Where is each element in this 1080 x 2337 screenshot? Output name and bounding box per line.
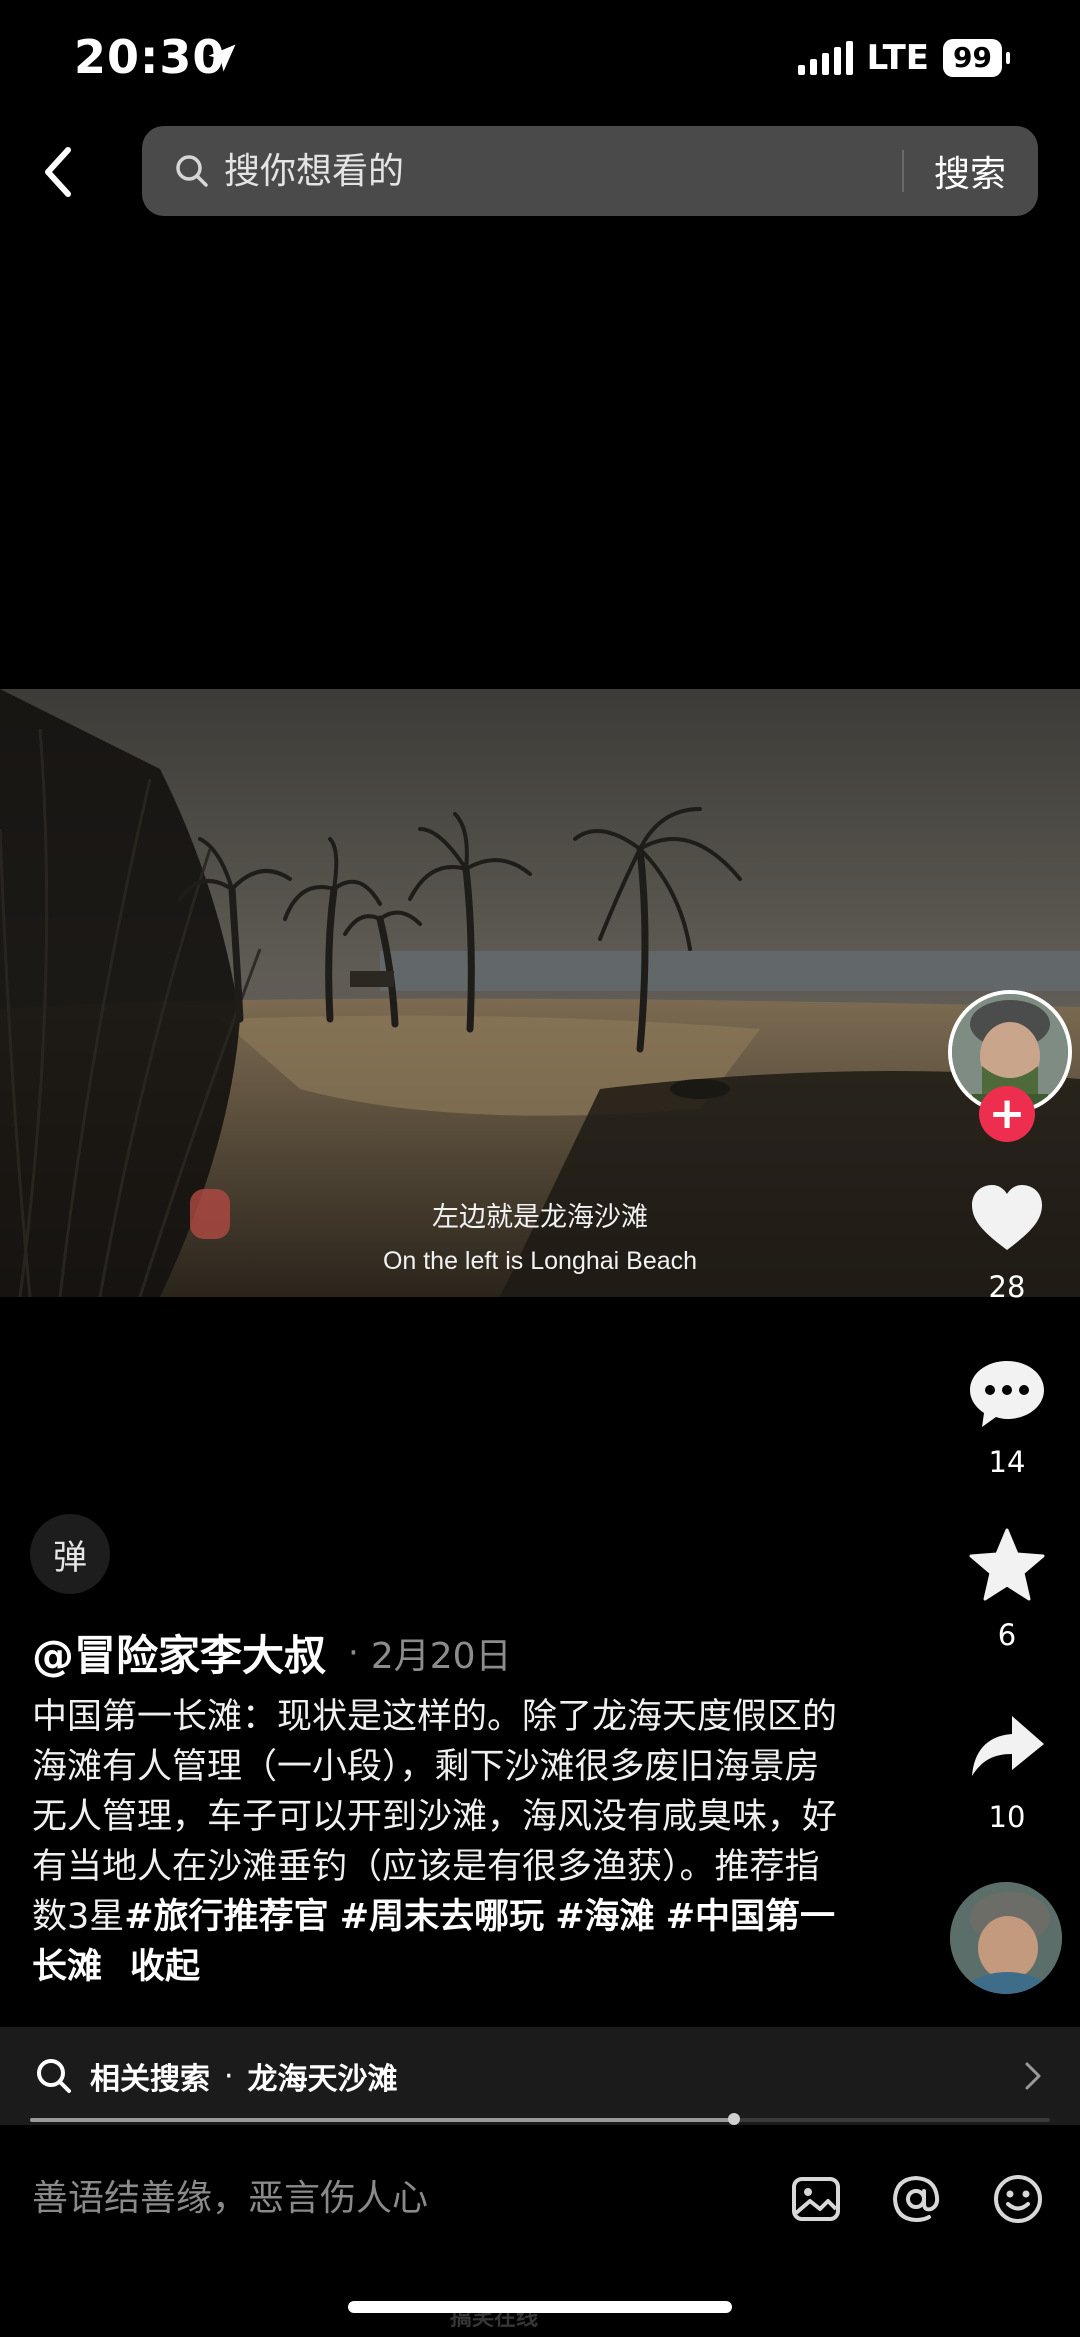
back-arrow-icon[interactable] — [34, 140, 84, 204]
emoji-icon[interactable] — [990, 2171, 1046, 2227]
status-time: 20:30 — [74, 30, 226, 84]
post-date: 2月20日 — [370, 1635, 512, 1677]
search-icon — [37, 2059, 71, 2093]
hashtag-link[interactable]: #旅行推荐官 — [124, 1897, 328, 1937]
search-divider — [901, 150, 904, 192]
signal-icon — [797, 41, 853, 75]
home-indicator[interactable] — [348, 2301, 732, 2313]
search-icon — [176, 155, 208, 187]
related-search-term: 龙海天沙滩 — [247, 2062, 398, 2097]
image-icon[interactable] — [788, 2171, 844, 2227]
video-subtitle-en: On the left is Longhai Beach — [382, 1247, 698, 1275]
search-button[interactable]: 搜索 — [934, 145, 1006, 197]
danmu-toggle-button[interactable]: 弹 — [30, 1514, 110, 1594]
favorite-count: 6 — [997, 1618, 1017, 1652]
date-separator: · — [348, 1632, 359, 1673]
star-icon — [969, 1528, 1045, 1601]
network-type: LTE — [866, 38, 930, 78]
heart-icon — [972, 1185, 1042, 1250]
battery-tip — [1006, 52, 1010, 64]
location-arrow-icon — [208, 44, 236, 72]
playback-progress-fill — [30, 2118, 734, 2122]
like-button[interactable]: 28 — [960, 1178, 1054, 1304]
author-name[interactable]: @冒险家李大叔 — [32, 1622, 326, 1683]
collapse-button[interactable]: 收起 — [130, 1947, 200, 1987]
follow-button[interactable]: + — [979, 1086, 1035, 1142]
favorite-button[interactable]: 6 — [960, 1526, 1054, 1652]
status-indicators: LTE 99 — [797, 38, 1010, 78]
playback-progress-handle[interactable] — [727, 2113, 740, 2125]
video-subtitle-cn: 左边就是龙海沙滩 — [432, 1202, 648, 1233]
comment-icon — [970, 1361, 1044, 1427]
battery-level: 99 — [943, 39, 1002, 77]
share-icon — [972, 1716, 1044, 1776]
related-search-label: 相关搜索 — [90, 2062, 210, 2097]
related-search-bar[interactable]: 相关搜索 · 龙海天沙滩 — [0, 2027, 1080, 2125]
comment-input[interactable] — [32, 2178, 752, 2219]
mention-icon[interactable] — [888, 2171, 944, 2227]
related-search-separator: · — [224, 2058, 234, 2094]
comment-button[interactable]: 14 — [960, 1353, 1054, 1479]
share-button[interactable]: 10 — [960, 1708, 1054, 1834]
search-input[interactable] — [224, 150, 902, 192]
author-line: @冒险家李大叔 · 2月20日 — [32, 1622, 512, 1683]
share-count: 10 — [988, 1800, 1026, 1834]
post-caption: 中国第一长滩：现状是这样的。除了龙海天度假区的海滩有人管理（一小段），剩下沙滩很… — [32, 1692, 847, 1992]
comment-count: 14 — [988, 1445, 1026, 1479]
music-disc-image — [950, 1882, 1062, 1994]
playback-progress-bar[interactable] — [30, 2118, 1050, 2122]
like-count: 28 — [988, 1270, 1026, 1304]
comment-bar — [0, 2125, 1080, 2272]
chevron-right-icon — [1025, 2062, 1041, 2090]
hashtag-link[interactable]: #海滩 — [555, 1897, 654, 1937]
hashtag-link[interactable]: #周末去哪玩 — [340, 1897, 544, 1937]
search-bar: 搜索 — [142, 126, 1038, 216]
music-disc[interactable] — [950, 1882, 1062, 1994]
